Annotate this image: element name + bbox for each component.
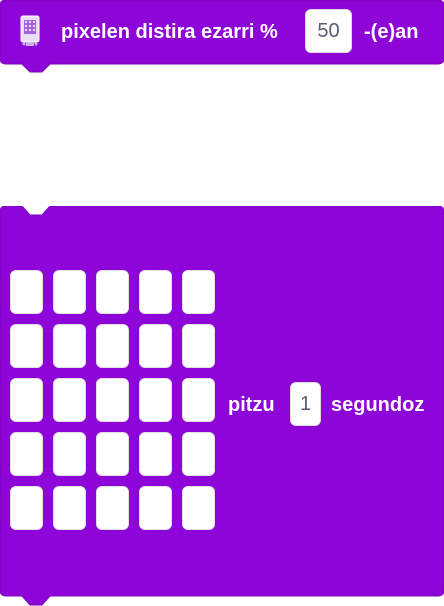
led-cell-1-4[interactable] <box>182 324 215 368</box>
led-cell-3-2[interactable] <box>96 432 129 476</box>
led-cell-2-1[interactable] <box>53 378 86 422</box>
led-cell-4-2[interactable] <box>96 486 129 530</box>
led-cell-0-1[interactable] <box>53 270 86 314</box>
led-cell-1-0[interactable] <box>10 324 43 368</box>
led-cell-2-2[interactable] <box>96 378 129 422</box>
led-cell-0-3[interactable] <box>139 270 172 314</box>
led-cell-0-4[interactable] <box>182 270 215 314</box>
led-cell-1-2[interactable] <box>96 324 129 368</box>
led-cell-4-3[interactable] <box>139 486 172 530</box>
brightness-percent-input[interactable]: 50 <box>305 9 352 53</box>
led-cell-4-4[interactable] <box>182 486 215 530</box>
led-cell-4-1[interactable] <box>53 486 86 530</box>
microbit-display-icon <box>18 15 42 49</box>
led-cell-2-4[interactable] <box>182 378 215 422</box>
seconds-input[interactable]: 1 <box>290 382 321 426</box>
show-leds-label: pitzu <box>228 394 275 416</box>
led-cell-3-1[interactable] <box>53 432 86 476</box>
led-cell-1-3[interactable] <box>139 324 172 368</box>
led-cell-4-0[interactable] <box>10 486 43 530</box>
led-cell-0-0[interactable] <box>10 270 43 314</box>
scratch-canvas: pixelen distira ezarri % 50 -(e)an pitzu… <box>0 0 444 606</box>
led-cell-3-0[interactable] <box>10 432 43 476</box>
led-cell-2-0[interactable] <box>10 378 43 422</box>
led-matrix <box>10 270 215 530</box>
led-cell-3-4[interactable] <box>182 432 215 476</box>
led-cell-1-1[interactable] <box>53 324 86 368</box>
led-cell-2-3[interactable] <box>139 378 172 422</box>
brightness-label: pixelen distira ezarri % <box>61 21 278 43</box>
seconds-unit-label: segundoz <box>331 394 425 416</box>
led-cell-3-3[interactable] <box>139 432 172 476</box>
brightness-suffix-label: -(e)an <box>364 21 419 43</box>
led-cell-0-2[interactable] <box>96 270 129 314</box>
